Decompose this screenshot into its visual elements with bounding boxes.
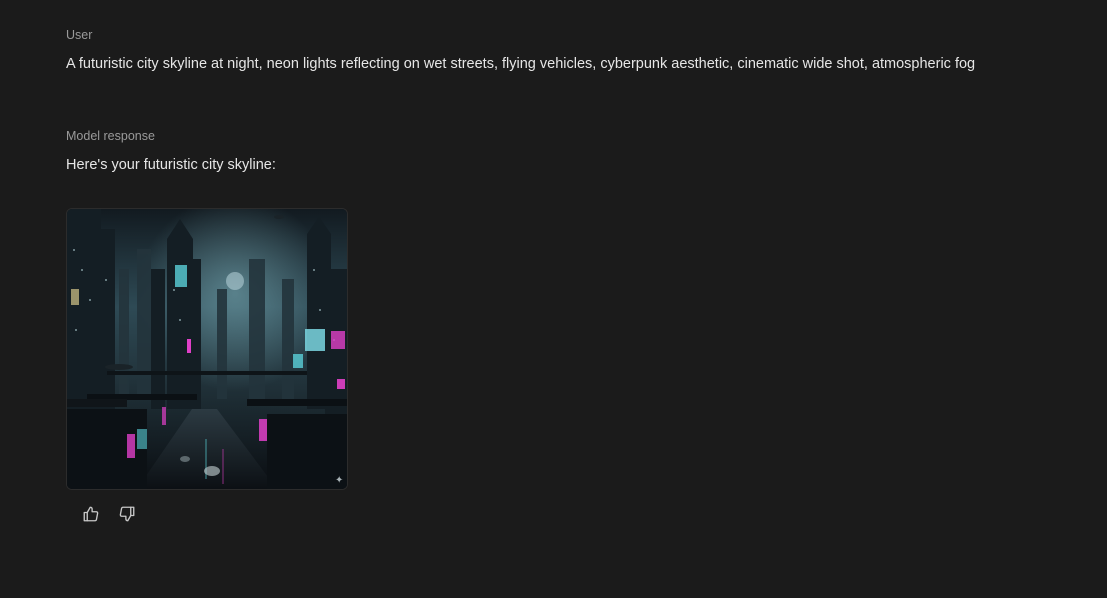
model-role-label: Model response <box>66 129 155 143</box>
generated-image[interactable]: ✦ <box>66 208 348 490</box>
thumbs-up-button[interactable] <box>80 503 102 525</box>
cyberpunk-city-image: ✦ <box>67 209 347 489</box>
model-response-text: Here's your futuristic city skyline: <box>66 157 276 173</box>
user-prompt-text: A futuristic city skyline at night, neon… <box>66 56 976 72</box>
sparkle-icon: ✦ <box>335 475 343 486</box>
thumbs-down-button[interactable] <box>116 503 138 525</box>
thumbs-up-icon <box>83 506 99 522</box>
thumbs-down-icon <box>119 506 135 522</box>
feedback-bar <box>80 503 138 525</box>
user-role-label: User <box>66 28 93 42</box>
